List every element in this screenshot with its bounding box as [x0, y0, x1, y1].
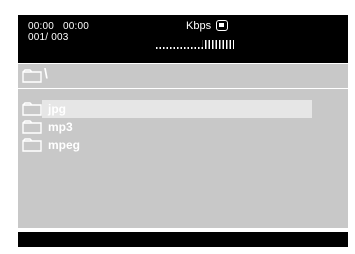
file-browser: 00:00 00:00 001/ 003 Kbps \ jpg mp3 mpeg	[15, 12, 348, 248]
folder-icon	[22, 102, 42, 116]
footer-bar	[18, 232, 348, 247]
list-item-label: mp3	[48, 120, 73, 134]
file-list: jpg mp3 mpeg	[18, 89, 348, 228]
time-total: 00:00	[62, 21, 89, 32]
row-background	[42, 136, 312, 154]
time-current: 00:00	[28, 21, 55, 32]
time-readout: 00:00 00:00	[28, 21, 89, 32]
path-bar: \	[18, 64, 348, 88]
track-counter: 001/ 003	[28, 32, 69, 43]
folder-icon	[22, 138, 42, 152]
folder-icon	[22, 69, 42, 83]
folder-icon	[22, 120, 42, 134]
row-background	[42, 118, 312, 136]
status-header: 00:00 00:00 001/ 003 Kbps	[18, 15, 348, 63]
bitrate-meter	[156, 40, 234, 49]
selection-highlight	[42, 100, 312, 118]
list-item[interactable]: jpg	[18, 100, 348, 118]
list-item-label: mpeg	[48, 138, 81, 152]
current-path: \	[44, 65, 48, 81]
list-item-label: jpg	[48, 102, 66, 116]
bitrate-label: Kbps	[186, 20, 212, 32]
list-item[interactable]: mp3	[18, 118, 348, 136]
list-item[interactable]: mpeg	[18, 136, 348, 154]
stop-icon	[216, 20, 228, 31]
